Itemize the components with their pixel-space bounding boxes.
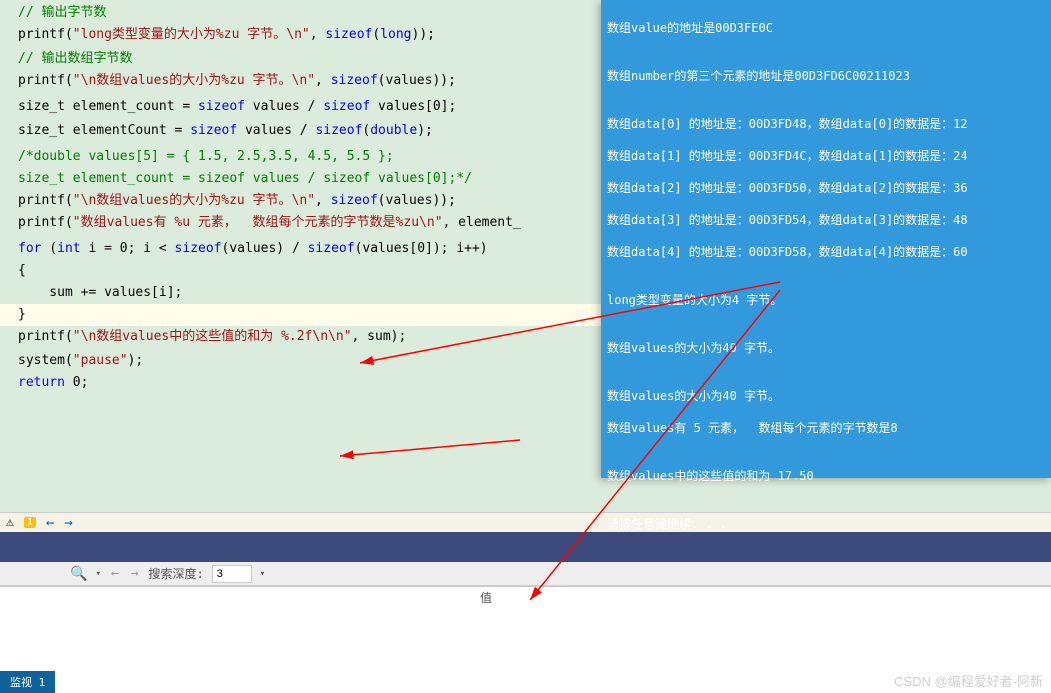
search-toolbar: 🔍 ▾ ← → 搜索深度: ▾ xyxy=(0,562,1051,586)
depth-dropdown-icon[interactable]: ▾ xyxy=(260,569,265,579)
warning-count: 1 xyxy=(24,517,36,528)
prev-icon[interactable]: ← xyxy=(109,566,121,581)
depth-label: 搜索深度: xyxy=(149,565,204,582)
comment-text: // 输出数组字节数 xyxy=(18,51,132,66)
watch-panel[interactable] xyxy=(0,606,1051,666)
nav-forward-icon[interactable]: → xyxy=(64,515,72,531)
depth-input[interactable] xyxy=(212,565,252,583)
watch-tab[interactable]: 监视 1 xyxy=(0,671,55,693)
console-output: 数组value的地址是00D3FE0C 数组number的第三个元素的地址是00… xyxy=(601,0,1051,478)
watermark-text: CSDN @编程爱好者-阿新 xyxy=(894,671,1043,690)
comment-text: // 输出字节数 xyxy=(18,5,106,20)
search-icon[interactable]: 🔍 xyxy=(70,566,87,582)
column-header-value: 值 xyxy=(0,586,1051,606)
nav-back-icon[interactable]: ← xyxy=(46,515,54,531)
warning-icon: ⚠ xyxy=(6,515,14,530)
dropdown-icon[interactable]: ▾ xyxy=(95,569,100,579)
next-icon[interactable]: → xyxy=(129,566,141,581)
